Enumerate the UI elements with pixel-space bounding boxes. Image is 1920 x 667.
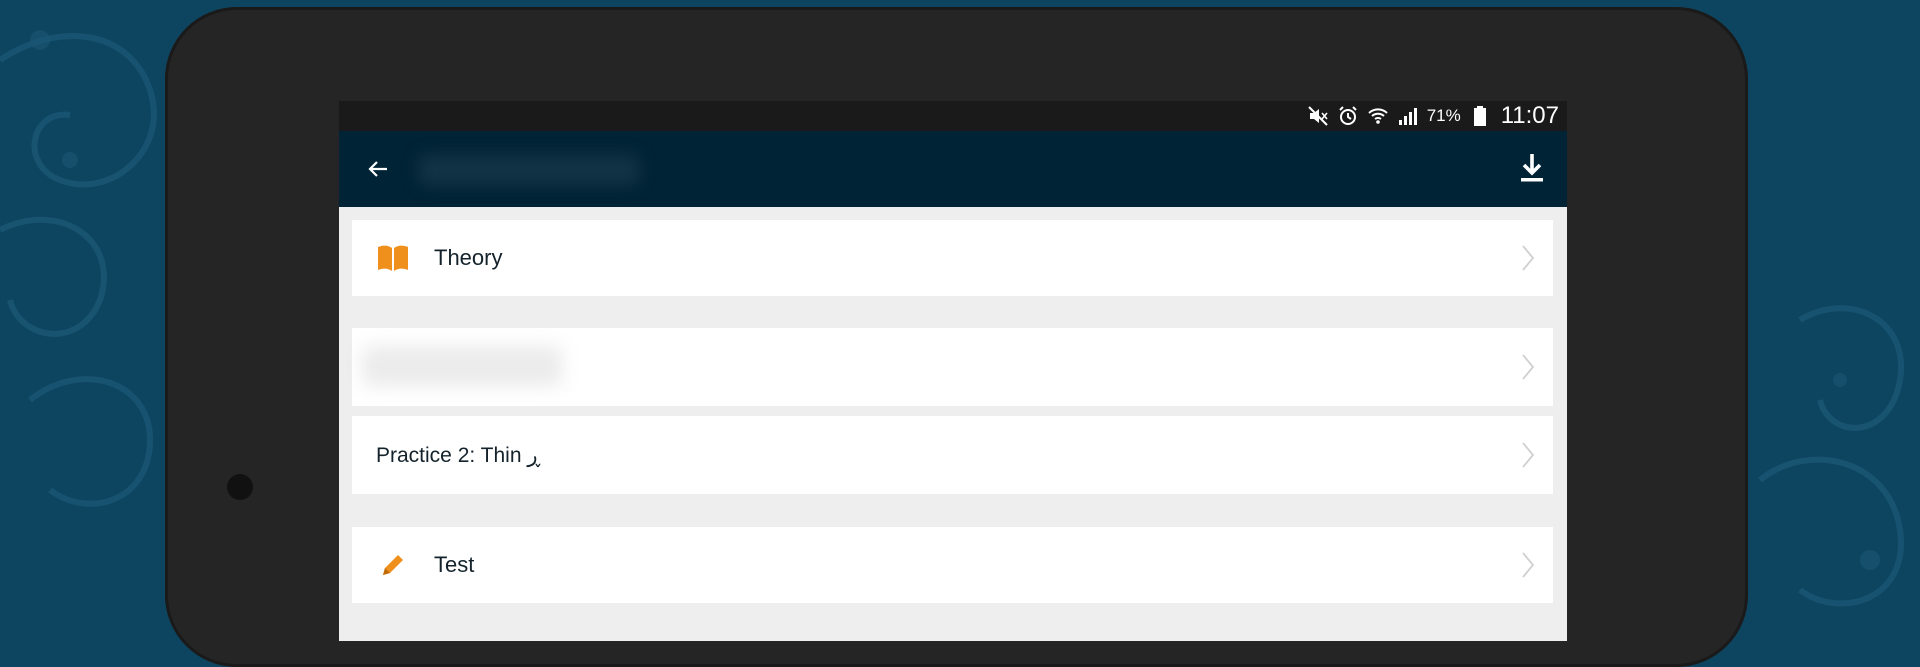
pencil-icon — [376, 548, 410, 582]
list-item-practice-2[interactable]: Practice 2: Thin ڕ — [352, 416, 1553, 494]
chevron-right-icon — [1521, 244, 1535, 272]
mute-icon — [1307, 105, 1329, 127]
list-item-redacted[interactable] — [352, 328, 1553, 406]
app-bar-title-redacted — [419, 155, 639, 185]
download-icon[interactable] — [1517, 151, 1547, 185]
book-icon — [376, 241, 410, 275]
chevron-right-icon — [1521, 551, 1535, 579]
camera-lens — [227, 474, 253, 500]
list-item-label: Practice 2: Thin ڕ — [376, 443, 541, 467]
list-item-label: Test — [434, 552, 475, 577]
battery-percent: 71% — [1426, 106, 1461, 125]
list-item-test[interactable]: Test — [352, 527, 1553, 603]
signal-icon — [1397, 105, 1419, 127]
list-item-label: Theory — [434, 245, 503, 270]
wifi-icon — [1367, 105, 1389, 127]
battery-icon — [1469, 105, 1491, 127]
arrow-left-icon[interactable] — [365, 155, 393, 183]
list-item-label-redacted — [362, 346, 562, 386]
app-bar — [339, 131, 1567, 207]
chevron-right-icon — [1521, 441, 1535, 469]
device-screen: 71% 11:07 Theory Practice 2: Thin ڕ Test — [339, 101, 1567, 641]
list-item-theory[interactable]: Theory — [352, 220, 1553, 296]
status-clock: 11:07 — [1500, 102, 1559, 129]
status-bar: 71% 11:07 — [339, 101, 1567, 131]
alarm-icon — [1337, 105, 1359, 127]
chevron-right-icon — [1521, 353, 1535, 381]
